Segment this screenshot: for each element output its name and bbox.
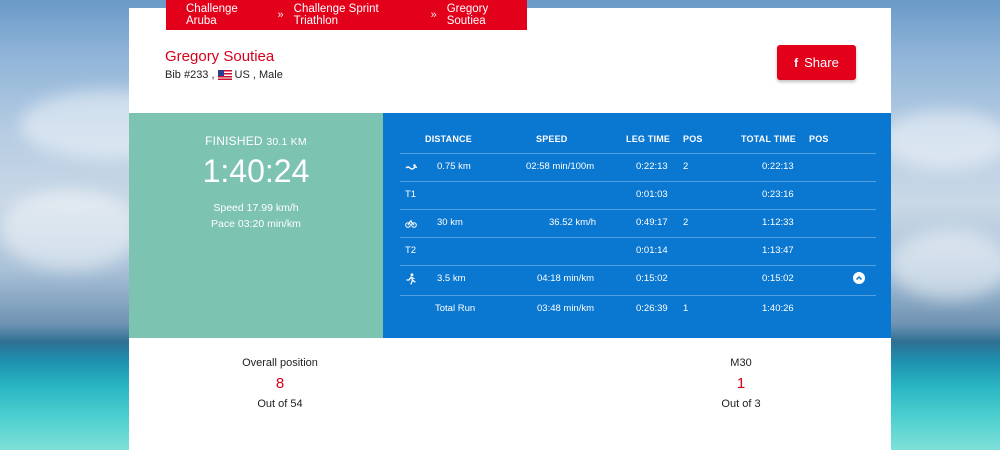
bib-number: Bib #233 , — [165, 69, 215, 81]
table-row-run[interactable]: 3.5 km 04:18 min/km 0:15:02 0:15:02 — [383, 265, 891, 293]
split-total-time: 1:40:26 — [762, 303, 794, 314]
split-leg-time: 0:01:14 — [636, 245, 668, 256]
table-row-swim: 0.75 km 02:58 min/100m 0:22:13 2 0:22:13 — [383, 153, 891, 181]
split-leg-time: 0:26:39 — [636, 303, 668, 314]
bike-icon — [405, 217, 417, 229]
athlete-name: Gregory Soutiea — [165, 48, 275, 65]
table-row-t2: T2 0:01:14 1:13:47 — [383, 237, 891, 265]
table-row-total-run: Total Run 03:48 min/km 0:26:39 1 1:40:26 — [383, 295, 891, 323]
category-position-value: 1 — [736, 375, 746, 392]
split-speed: 04:18 min/km — [537, 273, 595, 284]
split-speed: 02:58 min/100m — [526, 161, 595, 172]
header-pos: POS — [683, 134, 703, 144]
split-pos: 1 — [683, 303, 689, 314]
background-cloud — [0, 190, 140, 270]
athlete-meta: Bib #233 , US , Male — [165, 69, 283, 81]
split-distance: 0.75 km — [437, 161, 471, 172]
splits-header: DISTANCE SPEED LEG TIME POS TOTAL TIME P… — [383, 113, 891, 153]
collapse-chevron-icon[interactable] — [853, 272, 865, 284]
swim-icon — [405, 161, 418, 173]
header-speed: SPEED — [536, 134, 568, 144]
breadcrumb-race[interactable]: Challenge Sprint Triathlon — [294, 3, 421, 27]
split-total-time: 0:23:16 — [762, 189, 794, 200]
background-cloud — [880, 110, 1000, 170]
finish-pace: Pace 03:20 min/km — [211, 218, 301, 230]
split-total-time: 1:13:47 — [762, 245, 794, 256]
split-leg-time: 0:01:03 — [636, 189, 668, 200]
finish-status-text: FINISHED — [205, 134, 263, 148]
breadcrumb: Challenge Aruba » Challenge Sprint Triat… — [166, 0, 527, 30]
split-label: T1 — [405, 189, 417, 200]
split-distance: Total Run — [435, 303, 476, 314]
split-distance: 3.5 km — [437, 273, 466, 284]
overall-position-label: Overall position — [242, 357, 318, 369]
split-total-time: 0:22:13 — [762, 161, 794, 172]
finish-status: FINISHED 30.1 KM — [129, 134, 383, 148]
split-speed: 36.52 km/h — [549, 217, 596, 228]
country-gender: US , Male — [234, 69, 283, 81]
split-pos: 2 — [683, 217, 689, 228]
header-distance: DISTANCE — [425, 134, 472, 144]
finish-summary: FINISHED 30.1 KM 1:40:24 Speed 17.99 km/… — [129, 113, 383, 338]
share-label: Share — [804, 55, 839, 70]
overall-position-value: 8 — [275, 375, 285, 392]
breadcrumb-separator: » — [277, 9, 284, 21]
split-leg-time: 0:22:13 — [636, 161, 668, 172]
split-leg-time: 0:15:02 — [636, 273, 668, 284]
finish-time: 1:40:24 — [202, 153, 310, 189]
finish-distance: 30.1 KM — [266, 136, 307, 148]
facebook-icon: f — [794, 55, 799, 70]
splits-table: DISTANCE SPEED LEG TIME POS TOTAL TIME P… — [383, 113, 891, 338]
table-row-t1: T1 0:01:03 0:23:16 — [383, 181, 891, 209]
category-position-out-of: Out of 3 — [721, 398, 761, 410]
overall-position: Overall position 8 Out of 54 — [200, 357, 360, 410]
header-leg-time: LEG TIME — [626, 134, 671, 144]
breadcrumb-athlete[interactable]: Gregory Soutiea — [447, 3, 527, 27]
finish-speed: Speed 17.99 km/h — [213, 202, 299, 214]
overall-position-out-of: Out of 54 — [257, 398, 303, 410]
background-cloud — [890, 230, 1000, 300]
header-pos-total: POS — [809, 134, 829, 144]
header-total-time: TOTAL TIME — [741, 134, 796, 144]
split-distance: 30 km — [437, 217, 463, 228]
category-label: M30 — [730, 357, 752, 369]
split-label: T2 — [405, 245, 417, 256]
split-total-time: 1:12:33 — [762, 217, 794, 228]
split-pos: 2 — [683, 161, 689, 172]
run-icon — [405, 273, 417, 285]
category-position: M30 1 Out of 3 — [661, 357, 821, 410]
breadcrumb-separator: » — [430, 9, 437, 21]
split-leg-time: 0:49:17 — [636, 217, 668, 228]
breadcrumb-event[interactable]: Challenge Aruba — [186, 3, 268, 27]
table-row-bike: 30 km 36.52 km/h 0:49:17 2 1:12:33 — [383, 209, 891, 237]
split-total-time: 0:15:02 — [762, 273, 794, 284]
us-flag-icon — [217, 70, 232, 80]
split-speed: 03:48 min/km — [537, 303, 595, 314]
share-button[interactable]: f Share — [777, 45, 856, 80]
